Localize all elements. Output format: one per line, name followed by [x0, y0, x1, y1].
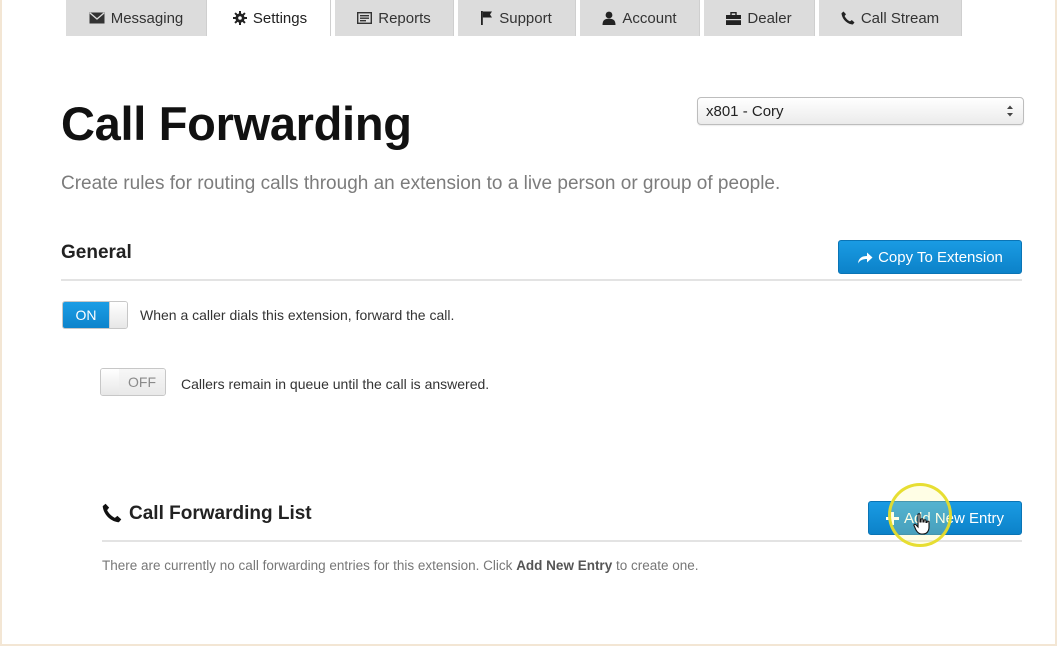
select-arrows-icon: [1007, 105, 1013, 117]
section-title-call-forwarding-list: Call Forwarding List: [129, 503, 312, 524]
page-description: Create rules for routing calls through a…: [61, 173, 781, 194]
empty-message-text: There are currently no call forwarding e…: [102, 558, 517, 573]
app-window: Messaging Settings Reports Support Accou…: [0, 0, 1057, 646]
tab-reports[interactable]: Reports: [335, 0, 454, 36]
phone-icon: [102, 503, 122, 523]
reports-icon: [357, 12, 373, 24]
tab-label: Call Stream: [860, 9, 940, 27]
toggle-state: OFF: [119, 369, 165, 395]
extension-select-value: x801 - Cory: [706, 102, 784, 120]
forward-call-toggle[interactable]: ON: [62, 301, 128, 329]
tab-dealer[interactable]: Dealer: [704, 0, 815, 36]
top-nav: Messaging Settings Reports Support Accou…: [2, 0, 1055, 36]
queue-toggle[interactable]: OFF: [100, 368, 166, 396]
empty-message-bold: Add New Entry: [516, 558, 613, 573]
tab-label: Reports: [378, 9, 431, 27]
queue-label: Callers remain in queue until the call i…: [181, 376, 490, 392]
toggle-state: ON: [63, 302, 109, 328]
tab-label: Settings: [252, 9, 308, 27]
tab-settings[interactable]: Settings: [210, 0, 331, 36]
copy-to-extension-button[interactable]: Copy To Extension: [838, 240, 1022, 274]
gear-icon: [232, 11, 247, 25]
tab-label: Account: [622, 9, 677, 27]
empty-list-message: There are currently no call forwarding e…: [102, 558, 699, 573]
forward-call-label: When a caller dials this extension, forw…: [140, 307, 455, 323]
tab-call-stream[interactable]: Call Stream: [819, 0, 962, 36]
tab-label: Support: [499, 9, 552, 27]
share-arrow-icon: [858, 252, 873, 263]
briefcase-icon: [726, 11, 742, 25]
toggle-knob: [101, 369, 121, 395]
tab-account[interactable]: Account: [580, 0, 700, 36]
empty-message-text: to create one.: [612, 558, 699, 573]
tab-messaging[interactable]: Messaging: [66, 0, 207, 36]
tab-support[interactable]: Support: [458, 0, 576, 36]
tab-label: Messaging: [110, 9, 184, 27]
copy-to-extension-label: Copy To Extension: [878, 248, 1003, 266]
add-new-entry-button[interactable]: Add New Entry: [868, 501, 1022, 535]
plus-icon: [885, 511, 899, 525]
tab-label: Dealer: [747, 9, 792, 27]
extension-select[interactable]: x801 - Cory: [697, 97, 1024, 125]
toggle-knob: [109, 302, 127, 328]
section-title-general: General: [61, 242, 132, 263]
section-divider: [61, 279, 1022, 281]
page-title: Call Forwarding: [61, 97, 412, 150]
phone-icon: [841, 11, 855, 25]
user-icon: [602, 11, 616, 25]
envelope-icon: [89, 12, 105, 24]
flag-icon: [481, 11, 493, 25]
add-new-entry-label: Add New Entry: [903, 509, 1005, 527]
section-divider: [102, 540, 1022, 542]
